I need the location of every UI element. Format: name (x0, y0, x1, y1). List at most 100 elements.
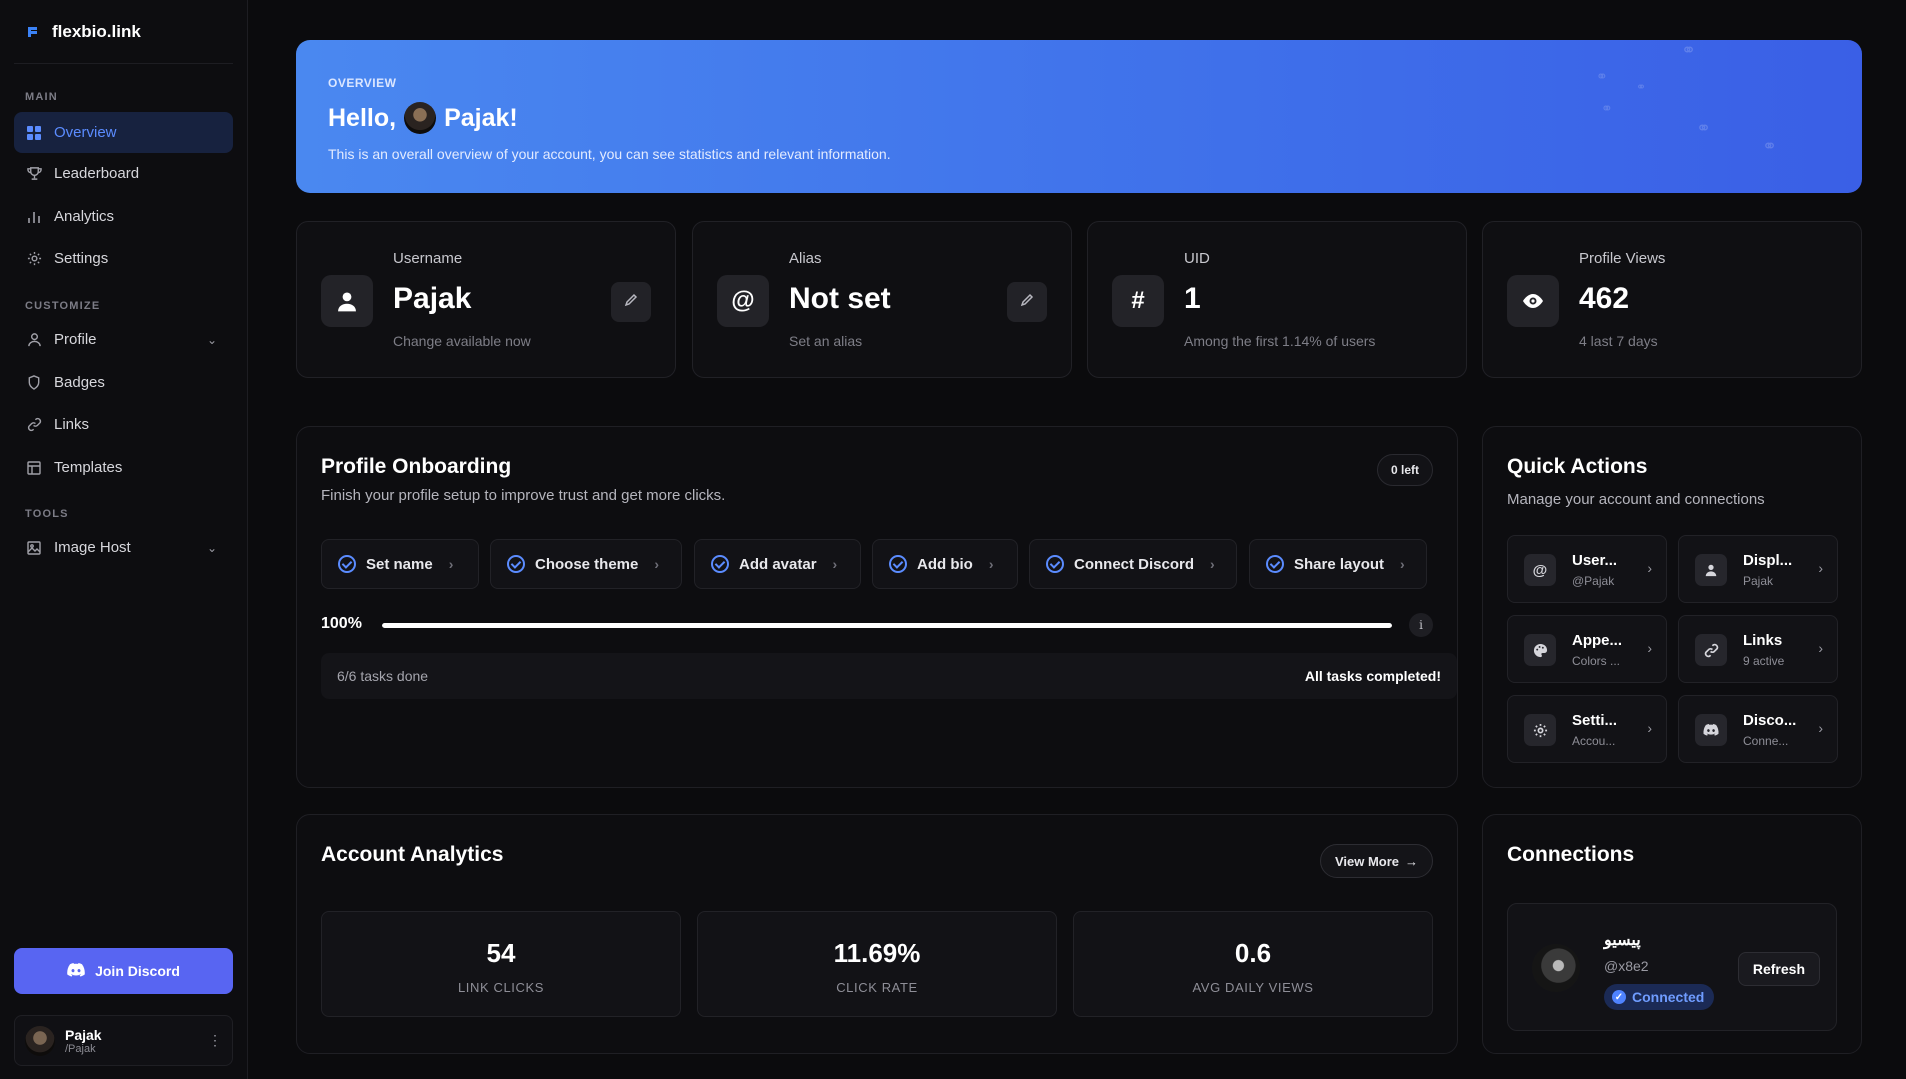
section-label-customize: CUSTOMIZE (25, 300, 101, 312)
stat-subtext: Set an alias (789, 333, 863, 349)
task-share-layout[interactable]: Share layout › (1249, 539, 1427, 589)
stat-subtext: Change available now (393, 333, 531, 349)
sidebar-item-profile[interactable]: Profile ⌄ (14, 319, 233, 360)
connection-name: پیسیو (1604, 932, 1641, 949)
link-icon: ⚭ (1696, 118, 1712, 138)
refresh-button[interactable]: Refresh (1737, 952, 1820, 986)
status-text: Connected (1632, 989, 1705, 1005)
sidebar-item-overview[interactable]: Overview (14, 112, 233, 153)
quick-action-username[interactable]: @ User... @Pajak › (1507, 535, 1667, 603)
user-name: Pajak (65, 1026, 102, 1043)
view-more-label: View More (1334, 853, 1399, 869)
link-icon: ⚭ (1681, 40, 1697, 60)
edit-username-button[interactable] (611, 282, 651, 322)
avatar (1532, 944, 1580, 992)
sidebar-item-label: Image Host (54, 539, 131, 556)
quick-action-title: Setti... (1572, 712, 1618, 729)
eye-icon (1507, 275, 1559, 327)
sidebar-item-label: Settings (54, 250, 109, 267)
sidebar-item-templates[interactable]: Templates (14, 447, 233, 488)
quick-action-title: User... (1572, 552, 1618, 569)
quick-action-subtitle: @Pajak (1572, 574, 1615, 588)
sidebar-item-image-host[interactable]: Image Host ⌄ (14, 527, 233, 568)
quick-action-title: Appe... (1572, 632, 1623, 649)
quick-action-settings[interactable]: Setti... Accou... › (1507, 695, 1667, 763)
user-card[interactable]: Pajak /Pajak ⋮ (14, 1015, 233, 1066)
quick-action-title: Disco... (1743, 712, 1797, 729)
more-icon[interactable]: ⋮ (208, 1032, 222, 1049)
info-icon[interactable]: i (1409, 613, 1433, 637)
sidebar-item-analytics[interactable]: Analytics (14, 196, 233, 237)
task-choose-theme[interactable]: Choose theme › (490, 539, 682, 589)
tasks-status-bar: 6/6 tasks done All tasks completed! (321, 653, 1457, 699)
palette-icon (1524, 634, 1556, 666)
analytics-panel: Account Analytics View More → 54 LINK CL… (296, 814, 1458, 1054)
quick-action-title: Links (1743, 632, 1783, 649)
tasks-left-badge: 0 left (1376, 454, 1433, 486)
quick-action-links[interactable]: Links 9 active › (1678, 615, 1838, 683)
logo-icon (26, 25, 40, 39)
check-circle-icon (1266, 555, 1284, 573)
discord-icon (1695, 714, 1727, 746)
panel-title: Account Analytics (321, 843, 504, 866)
join-discord-button[interactable]: Join Discord (14, 948, 233, 994)
link-icon: ⚭ (1636, 80, 1647, 94)
sidebar-item-badges[interactable]: Badges (14, 362, 233, 403)
stat-card-username: Username Pajak Change available now (296, 221, 676, 378)
task-set-name[interactable]: Set name › (321, 539, 479, 589)
quick-action-subtitle: 9 active (1743, 654, 1785, 668)
page-title: Hello, Pajak! (328, 102, 518, 134)
user-handle: /Pajak (65, 1042, 96, 1055)
metric-click-rate: 11.69% CLICK RATE (697, 911, 1057, 1017)
quick-action-title: Displ... (1743, 552, 1793, 569)
quick-action-appearance[interactable]: Appe... Colors ... › (1507, 615, 1667, 683)
status-badge: ✓ Connected (1604, 984, 1715, 1010)
quick-action-discord[interactable]: Disco... Conne... › (1678, 695, 1838, 763)
metric-value: 54 (486, 938, 516, 968)
view-more-button[interactable]: View More → (1319, 844, 1433, 878)
gear-icon (26, 251, 42, 267)
pencil-icon (624, 293, 638, 312)
stat-label: Username (393, 250, 463, 267)
quick-action-display-name[interactable]: Displ... Pajak › (1678, 535, 1838, 603)
task-label: Share layout (1294, 555, 1385, 573)
sidebar-item-label: Leaderboard (54, 165, 140, 182)
chevron-right-icon: › (1818, 560, 1823, 576)
metric-label: AVG DAILY VIEWS (1192, 980, 1314, 995)
progress-bar (382, 623, 1392, 628)
chevron-down-icon: ⌄ (206, 332, 217, 347)
task-add-avatar[interactable]: Add avatar › (694, 539, 861, 589)
sidebar-item-leaderboard[interactable]: Leaderboard (14, 153, 233, 194)
stat-card-uid: # UID 1 Among the first 1.14% of users (1087, 221, 1467, 378)
brand-logo[interactable]: flexbio.link (26, 22, 141, 42)
link-icon: ⚭ (1601, 100, 1613, 116)
hero-label: OVERVIEW (328, 76, 397, 90)
task-add-bio[interactable]: Add bio › (872, 539, 1018, 589)
grid-icon (26, 125, 42, 141)
task-connect-discord[interactable]: Connect Discord › (1029, 539, 1237, 589)
quick-action-subtitle: Colors ... (1572, 654, 1621, 668)
tasks-complete-text: All tasks completed! (1304, 668, 1441, 684)
stat-card-alias: @ Alias Not set Set an alias (692, 221, 1072, 378)
link-icon: ⚭ (1596, 68, 1608, 84)
stat-subtext: Among the first 1.14% of users (1184, 333, 1376, 349)
join-discord-label: Join Discord (95, 963, 180, 979)
connections-panel: Connections پیسیو @x8e2 ✓ Connected Refr… (1482, 814, 1862, 1054)
chevron-right-icon: › (1818, 720, 1823, 736)
chevron-right-icon: › (988, 556, 994, 572)
sidebar-item-links[interactable]: Links (14, 404, 233, 445)
metric-label: LINK CLICKS (457, 980, 545, 995)
discord-connection-card: پیسیو @x8e2 ✓ Connected Refresh (1507, 903, 1837, 1031)
arrow-right-icon: → (1405, 853, 1418, 869)
check-circle-icon (507, 555, 525, 573)
greeting: Hello, (328, 103, 397, 132)
check-circle-icon (889, 555, 907, 573)
task-label: Add bio (917, 555, 973, 573)
sidebar-item-label: Overview (54, 124, 117, 141)
panel-title: Profile Onboarding (321, 455, 512, 478)
task-label: Connect Discord (1074, 555, 1195, 573)
sidebar-item-settings[interactable]: Settings (14, 238, 233, 279)
brand-name: flexbio.link (52, 22, 141, 41)
link-icon (26, 417, 42, 433)
edit-alias-button[interactable] (1007, 282, 1047, 322)
